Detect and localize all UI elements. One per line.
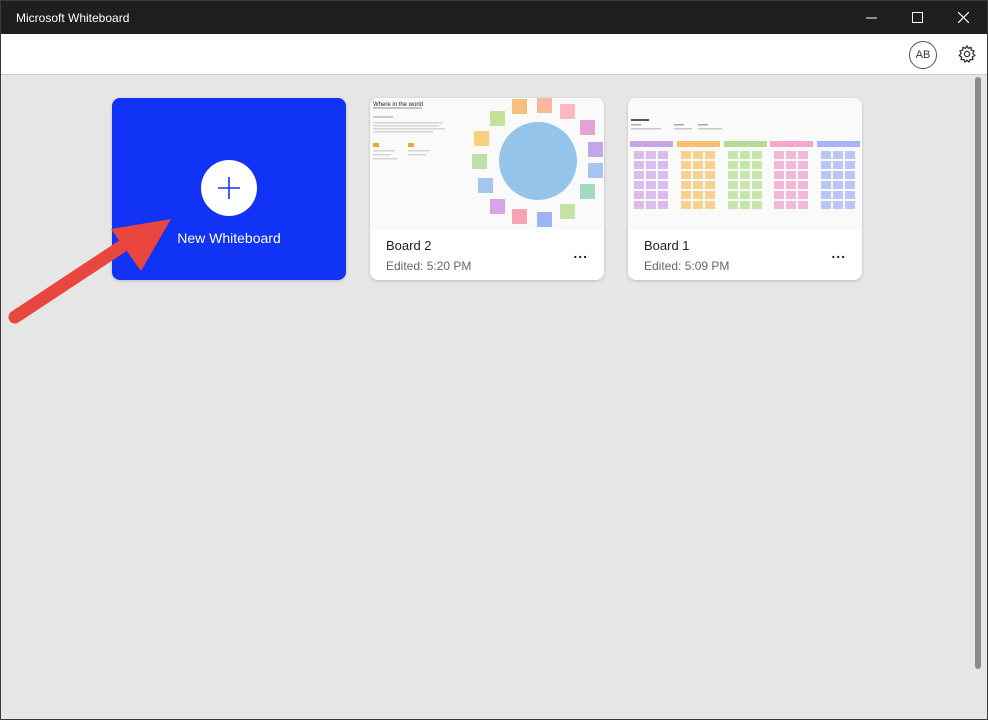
maximize-icon [911, 12, 923, 23]
title-bar: Microsoft Whiteboard [1, 1, 987, 34]
app-window: Microsoft Whiteboard AB New Whiteboard W… [0, 0, 988, 720]
new-whiteboard-card[interactable]: New Whiteboard [112, 98, 346, 280]
close-button[interactable] [940, 1, 986, 34]
board-2-preview-image: Where in the world [373, 98, 603, 227]
board-name: Board 2 [386, 238, 432, 253]
maximize-button[interactable] [894, 1, 940, 34]
new-whiteboard-button[interactable] [201, 160, 257, 216]
plus-icon [218, 177, 240, 199]
settings-button[interactable] [957, 44, 977, 64]
minimize-button[interactable] [848, 1, 894, 34]
window-title: Microsoft Whiteboard [16, 11, 130, 25]
board-name: Board 1 [644, 238, 690, 253]
close-icon [957, 12, 969, 23]
board-thumbnail: Where in the world [370, 98, 604, 230]
new-whiteboard-label: New Whiteboard [177, 230, 281, 246]
gear-icon [958, 44, 976, 64]
board-thumbnail [628, 98, 862, 230]
thumbnail-heading: Where in the world [373, 102, 423, 108]
board-card-board-1[interactable]: Board 1 Edited: 5:09 PM ... [628, 98, 862, 280]
top-toolbar: AB [1, 34, 987, 75]
board-edited-time: Edited: 5:09 PM [644, 259, 730, 273]
board-1-preview-image [630, 119, 860, 209]
vertical-scrollbar[interactable] [975, 77, 981, 669]
board-card-board-2[interactable]: Where in the world Board 2 Edited: 5:20 … [370, 98, 604, 280]
more-options-button[interactable]: ... [573, 245, 588, 261]
more-options-button[interactable]: ... [831, 245, 846, 261]
board-edited-time: Edited: 5:20 PM [386, 259, 472, 273]
account-avatar[interactable]: AB [909, 41, 937, 69]
minimize-icon [865, 17, 877, 19]
